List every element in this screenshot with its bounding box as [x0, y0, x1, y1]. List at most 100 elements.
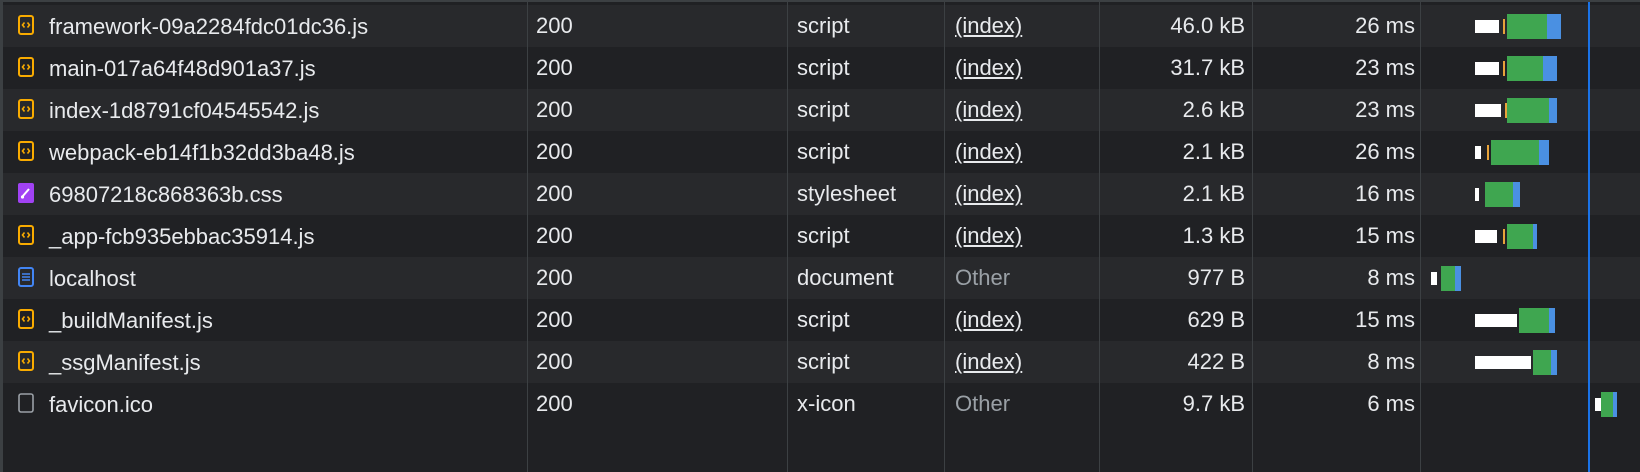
table-row[interactable]: localhost 200 document Other 977 B 8 ms: [3, 257, 1640, 299]
column-divider[interactable]: [527, 2, 528, 472]
request-name: framework-09a2284fdc01dc36.js: [49, 14, 369, 40]
column-divider[interactable]: [944, 2, 945, 472]
table-row[interactable]: framework-09a2284fdc01dc36.js 200 script (i…: [3, 5, 1640, 47]
table-row[interactable]: 69807218c868363b.css 200 stylesheet (index)…: [3, 173, 1640, 215]
request-name-cell[interactable]: main-017a64f48d901a37.js: [18, 47, 518, 89]
waterfall-download-bar: [1539, 140, 1549, 165]
type-cell: script: [797, 13, 850, 38]
initiator-cell[interactable]: (index): [955, 299, 1095, 341]
time-cell: 26 ms: [1355, 13, 1415, 38]
waterfall-queue-tick: [1503, 229, 1505, 244]
status-cell: 200: [536, 349, 573, 374]
generic-file-icon: [18, 393, 34, 413]
column-divider[interactable]: [1420, 2, 1421, 472]
waterfall-cell[interactable]: [1423, 341, 1640, 383]
waterfall-ttfb-bar: [1491, 140, 1539, 165]
request-name-cell[interactable]: _app-fcb935ebbac35914.js: [18, 215, 518, 257]
waterfall-cell[interactable]: [1423, 89, 1640, 131]
time-cell: 15 ms: [1355, 223, 1415, 248]
type-cell: document: [797, 265, 894, 290]
request-name-cell[interactable]: framework-09a2284fdc01dc36.js: [18, 5, 518, 47]
requests-table: framework-09a2284fdc01dc36.js 200 script (i…: [3, 5, 1640, 425]
initiator-cell[interactable]: (index): [955, 173, 1095, 215]
column-divider[interactable]: [787, 2, 788, 472]
time-cell: 8 ms: [1367, 349, 1415, 374]
time-cell: 16 ms: [1355, 181, 1415, 206]
waterfall-waiting-bar: [1475, 62, 1499, 75]
waterfall-cell[interactable]: [1423, 47, 1640, 89]
initiator-cell[interactable]: (index): [955, 131, 1095, 173]
size-cell: 977 B: [1187, 265, 1246, 290]
request-name-cell[interactable]: webpack-eb14f1b32dd3ba48.js: [18, 131, 518, 173]
size-cell: 31.7 kB: [1170, 55, 1245, 80]
waterfall-cell[interactable]: [1423, 173, 1640, 215]
waterfall-cell[interactable]: [1423, 299, 1640, 341]
waterfall-ttfb-bar: [1507, 224, 1533, 249]
request-name: 69807218c868363b.css: [49, 182, 283, 208]
initiator-cell[interactable]: (index): [955, 215, 1095, 257]
size-cell: 9.7 kB: [1182, 391, 1245, 416]
waterfall-waiting-bar: [1475, 20, 1499, 33]
table-row[interactable]: webpack-eb14f1b32dd3ba48.js 200 script (ind…: [3, 131, 1640, 173]
time-cell: 23 ms: [1355, 97, 1415, 122]
initiator-cell[interactable]: (index): [955, 5, 1095, 47]
time-cell: 23 ms: [1355, 55, 1415, 80]
table-row[interactable]: favicon.ico 200 x-icon Other 9.7 kB 6 ms: [3, 383, 1640, 425]
table-row[interactable]: index-1d8791cf04545542.js 200 script (index…: [3, 89, 1640, 131]
initiator-cell[interactable]: (index): [955, 89, 1095, 131]
time-cell: 15 ms: [1355, 307, 1415, 332]
type-cell: x-icon: [797, 391, 856, 416]
request-name-cell[interactable]: _ssgManifest.js: [18, 341, 518, 383]
request-name-cell[interactable]: index-1d8791cf04545542.js: [18, 89, 518, 131]
waterfall-ttfb-bar: [1533, 350, 1551, 375]
size-cell: 2.1 kB: [1182, 139, 1245, 164]
request-name: index-1d8791cf04545542.js: [49, 98, 320, 124]
waterfall-cell[interactable]: [1423, 5, 1640, 47]
type-cell: script: [797, 307, 850, 332]
time-cell: 6 ms: [1367, 391, 1415, 416]
initiator-cell: Other: [955, 391, 1011, 416]
request-name: _app-fcb935ebbac35914.js: [49, 224, 315, 250]
column-divider[interactable]: [1099, 2, 1100, 472]
waterfall-cell[interactable]: [1423, 257, 1640, 299]
table-row[interactable]: _ssgManifest.js 200 script (index) 422 B 8 ms: [3, 341, 1640, 383]
size-cell: 2.6 kB: [1182, 97, 1245, 122]
waterfall-cell[interactable]: [1423, 131, 1640, 173]
waterfall-waiting-bar: [1475, 146, 1481, 159]
script-icon: [18, 351, 34, 372]
waterfall-cell[interactable]: [1423, 215, 1640, 257]
type-cell: stylesheet: [797, 181, 897, 206]
type-cell: script: [797, 139, 850, 164]
status-cell: 200: [536, 139, 573, 164]
dom-content-loaded-line: [1588, 2, 1590, 472]
waterfall-cell[interactable]: [1423, 383, 1640, 425]
waterfall-ttfb-bar: [1507, 14, 1547, 39]
script-icon: [18, 99, 34, 120]
waterfall-waiting-bar: [1475, 230, 1497, 243]
script-icon: [18, 15, 34, 36]
waterfall-download-bar: [1455, 266, 1461, 291]
size-cell: 422 B: [1187, 349, 1246, 374]
waterfall-download-bar: [1543, 56, 1557, 81]
initiator-cell: Other: [955, 265, 1011, 290]
size-cell: 629 B: [1187, 307, 1246, 332]
waterfall-download-bar: [1513, 182, 1520, 207]
initiator-cell[interactable]: (index): [955, 341, 1095, 383]
request-name-cell[interactable]: localhost: [18, 257, 518, 299]
request-name: _ssgManifest.js: [49, 350, 201, 376]
type-cell: script: [797, 349, 850, 374]
table-row[interactable]: _app-fcb935ebbac35914.js 200 script (index)…: [3, 215, 1640, 257]
table-row[interactable]: _buildManifest.js 200 script (index) 629 B 15…: [3, 299, 1640, 341]
request-name: _buildManifest.js: [49, 308, 213, 334]
table-row[interactable]: main-017a64f48d901a37.js 200 script (index)…: [3, 47, 1640, 89]
request-name-cell[interactable]: _buildManifest.js: [18, 299, 518, 341]
request-name: main-017a64f48d901a37.js: [49, 56, 316, 82]
column-divider[interactable]: [1252, 2, 1253, 472]
waterfall-queue-tick: [1487, 145, 1489, 160]
waterfall-waiting-bar: [1431, 272, 1437, 285]
initiator-cell[interactable]: (index): [955, 47, 1095, 89]
request-name-cell[interactable]: favicon.ico: [18, 383, 518, 425]
request-name-cell[interactable]: 69807218c868363b.css: [18, 173, 518, 215]
script-icon: [18, 141, 34, 162]
size-cell: 46.0 kB: [1170, 13, 1245, 38]
